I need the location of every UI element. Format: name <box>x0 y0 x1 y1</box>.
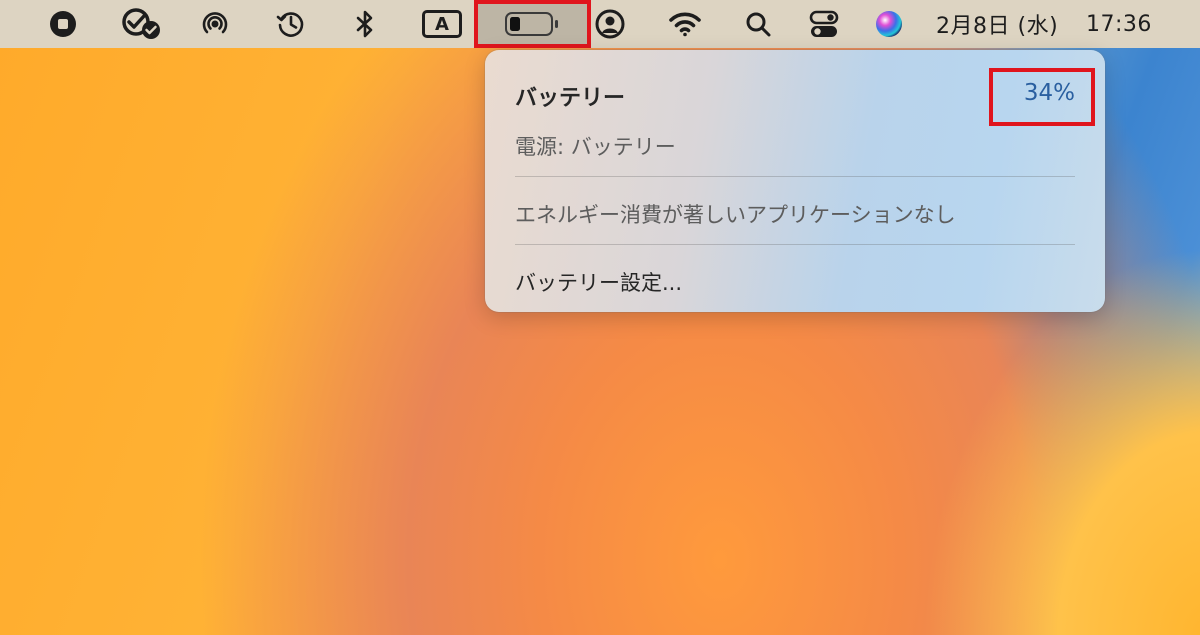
menu-bar: A 2月8日 (水) 17:36 <box>0 0 1200 48</box>
checkmark-badge-icon[interactable] <box>118 0 166 48</box>
menu-divider <box>515 176 1075 177</box>
airdrop-icon[interactable] <box>196 0 234 48</box>
search-icon[interactable] <box>740 0 776 48</box>
time-text: 17:36 <box>1086 11 1152 37</box>
date-display[interactable]: 2月8日 (水) <box>936 0 1072 48</box>
user-icon[interactable] <box>590 0 630 48</box>
energy-apps-text: エネルギー消費が著しいアプリケーションなし <box>515 203 956 227</box>
power-source-text: 電源: バッテリー <box>515 135 676 159</box>
battery-highlight-box <box>474 0 591 48</box>
input-source-icon[interactable]: A <box>420 0 464 48</box>
control-center-icon[interactable] <box>804 0 844 48</box>
battery-settings-item[interactable]: バッテリー設定... <box>515 267 682 297</box>
date-text: 2月8日 (水) <box>936 14 1059 39</box>
clock-display[interactable]: 17:36 <box>1086 0 1166 48</box>
battery-menu-title: バッテリー <box>515 86 626 111</box>
bluetooth-icon[interactable] <box>348 0 382 48</box>
time-machine-icon[interactable] <box>272 0 310 48</box>
input-source-label: A <box>435 13 449 35</box>
siri-icon[interactable] <box>870 0 908 48</box>
percent-highlight-box <box>989 68 1095 126</box>
stop-icon[interactable] <box>44 0 82 48</box>
menu-divider <box>515 244 1075 245</box>
wifi-icon[interactable] <box>664 0 706 48</box>
